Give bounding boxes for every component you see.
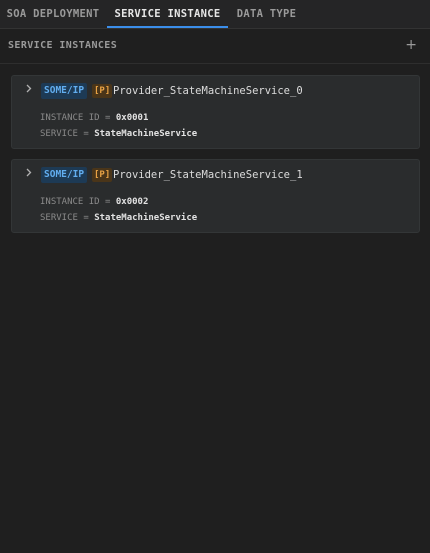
- instance-id-label: INSTANCE ID: [40, 197, 100, 207]
- instance-id-value: 0x0001: [115, 113, 149, 123]
- service-label: SERVICE: [40, 129, 78, 139]
- role-badge: [P]: [92, 168, 113, 182]
- card-header[interactable]: SOME/IP [P] Provider_StateMachineService…: [12, 160, 419, 190]
- add-icon[interactable]: +: [405, 37, 417, 53]
- role-badge: [P]: [92, 84, 113, 98]
- service-value: StateMachineService: [94, 213, 198, 223]
- tab-soa-deployment[interactable]: SOA DEPLOYMENT: [0, 0, 106, 28]
- service-value: StateMachineService: [94, 129, 198, 139]
- active-tab-indicator: [107, 26, 228, 28]
- protocol-badge: SOME/IP: [41, 83, 88, 99]
- section-header: SERVICE INSTANCES +: [0, 29, 430, 64]
- tab-service-instance[interactable]: SERVICE INSTANCE: [107, 0, 228, 28]
- tab-bar: SOA DEPLOYMENT SERVICE INSTANCE DATA TYP…: [0, 0, 430, 29]
- instance-name: Provider_StateMachineService_0: [113, 85, 303, 97]
- section-title: SERVICE INSTANCES: [8, 40, 118, 51]
- service-label: SERVICE: [40, 213, 78, 223]
- tab-data-type[interactable]: DATA TYPE: [230, 0, 303, 28]
- tab-label: SOA DEPLOYMENT: [6, 8, 100, 20]
- protocol-badge: SOME/IP: [41, 167, 88, 183]
- service-instance-card[interactable]: SOME/IP [P] Provider_StateMachineService…: [11, 159, 420, 233]
- service-instance-card[interactable]: SOME/IP [P] Provider_StateMachineService…: [11, 75, 420, 149]
- chevron-right-icon[interactable]: [24, 168, 33, 177]
- instance-id-value: 0x0002: [115, 197, 149, 207]
- tab-label: DATA TYPE: [236, 8, 297, 20]
- instance-id-label: INSTANCE ID: [40, 113, 100, 123]
- instance-id-row: INSTANCE ID = 0x0001: [40, 113, 149, 123]
- chevron-right-icon[interactable]: [24, 84, 33, 93]
- card-header[interactable]: SOME/IP [P] Provider_StateMachineService…: [12, 76, 419, 106]
- instance-name: Provider_StateMachineService_1: [113, 169, 303, 181]
- instance-id-row: INSTANCE ID = 0x0002: [40, 197, 149, 207]
- service-row: SERVICE = StateMachineService: [40, 213, 198, 223]
- service-row: SERVICE = StateMachineService: [40, 129, 198, 139]
- tab-label: SERVICE INSTANCE: [114, 8, 221, 20]
